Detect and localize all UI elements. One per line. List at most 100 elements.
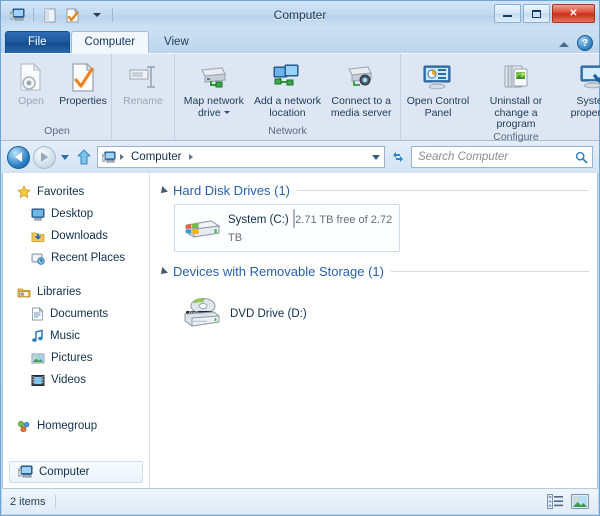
sidebar-item-downloads[interactable]: Downloads <box>3 225 149 247</box>
sidebar-item-desktop-label: Desktop <box>51 208 94 220</box>
window-buttons: ✕ <box>494 4 595 23</box>
explorer-body: Favorites Desktop Downloads Recent Place… <box>2 173 598 488</box>
section-rule <box>297 190 589 191</box>
sidebar-item-homegroup[interactable]: Homegroup <box>3 415 149 437</box>
refresh-button[interactable] <box>388 146 408 168</box>
sidebar-item-favorites-label: Favorites <box>37 186 85 198</box>
sidebar-item-downloads-label: Downloads <box>51 230 108 242</box>
ribbon-button-open-control-panel-label: Open Control Panel <box>406 95 470 119</box>
section-header-hard-disk-drives[interactable]: Hard Disk Drives (1) <box>158 183 589 198</box>
recent-locations-button[interactable] <box>59 147 71 167</box>
breadcrumb-dropdown-icon[interactable] <box>372 154 380 160</box>
ribbon-button-rename-label: Rename <box>123 95 163 107</box>
item-count: 2 items <box>10 495 46 508</box>
drive-tile-system-c[interactable]: System (C:) 2.71 TB free of 2.72 TB <box>174 204 400 252</box>
ribbon-button-add-a-network-location-label: Add a network location <box>253 95 322 119</box>
media-server-icon <box>345 61 377 93</box>
sidebar-item-recent-places[interactable]: Recent Places <box>3 247 149 269</box>
breadcrumb-separator-2[interactable] <box>188 154 193 160</box>
ribbon-button-system-properties-label: System properties <box>570 95 600 119</box>
explorer-window: Computer ✕ File Computer View ? Open Pro… <box>0 0 600 516</box>
collapse-triangle-icon[interactable] <box>158 185 168 196</box>
drive-tile-info-2: DVD Drive (D:) <box>230 304 393 322</box>
sidebar-item-desktop[interactable]: Desktop <box>3 203 149 225</box>
chevron-up-icon[interactable] <box>559 38 570 49</box>
open-icon <box>17 61 45 93</box>
sidebar-item-computer-label: Computer <box>39 466 90 478</box>
sidebar-item-videos[interactable]: Videos <box>3 369 149 391</box>
pictures-icon <box>31 352 45 365</box>
sidebar-gap-2 <box>3 391 149 403</box>
section-header-devices-with-removable-storage[interactable]: Devices with Removable Storage (1) <box>158 264 589 279</box>
sidebar-item-pictures[interactable]: Pictures <box>3 347 149 369</box>
sidebar-item-homegroup-label: Homegroup <box>37 420 98 432</box>
sidebar-item-favorites[interactable]: Favorites <box>3 181 149 203</box>
ribbon-button-rename[interactable]: Rename <box>114 58 172 122</box>
title-bar: Computer ✕ <box>1 1 599 29</box>
ribbon-button-connect-to-a-media-server-label: Connect to a media server <box>330 95 392 119</box>
ribbon-group-open-label: Open <box>44 125 70 137</box>
computer-icon <box>18 465 33 479</box>
breadcrumb-separator-1[interactable] <box>120 154 124 160</box>
music-icon <box>31 329 44 343</box>
sidebar-item-documents[interactable]: Documents <box>3 303 149 325</box>
system-properties-icon <box>578 61 600 93</box>
drive-tile-info: System (C:) 2.71 TB free of 2.72 TB <box>228 209 393 246</box>
sidebar-item-music-label: Music <box>50 330 81 342</box>
sidebar-item-videos-label: Videos <box>51 374 86 386</box>
status-separator <box>55 495 57 508</box>
forward-button[interactable] <box>33 145 56 169</box>
ribbon-tab-bar: File Computer View ? <box>1 29 599 53</box>
ribbon-button-connect-to-a-media-server[interactable]: Connect to a media server <box>324 58 398 122</box>
search-placeholder: Search Computer <box>418 151 509 163</box>
ribbon-button-uninstall-or-change-a-program[interactable]: Uninstall or change a program <box>473 58 559 131</box>
libraries-icon <box>17 286 31 299</box>
ribbon-group-open: Open Properties Open <box>3 54 111 140</box>
tab-file[interactable]: File <box>5 31 70 53</box>
details-view-button[interactable] <box>545 493 565 511</box>
drive-tile-dvd-drive-d[interactable]: DVD DVD Drive (D:) <box>174 289 400 337</box>
ribbon-button-properties-label: Properties <box>59 95 107 107</box>
back-button[interactable] <box>7 145 30 169</box>
sidebar-item-recent-places-label: Recent Places <box>51 252 126 264</box>
control-panel-icon <box>422 61 454 93</box>
ribbon-button-properties[interactable]: Properties <box>57 58 109 122</box>
large-icons-view-button[interactable] <box>570 493 590 511</box>
collapse-triangle-icon-2[interactable] <box>158 266 168 277</box>
chevron-down-icon[interactable] <box>223 111 230 115</box>
sidebar-gap-2b <box>3 403 149 415</box>
address-bar: Computer Search Computer <box>1 141 599 173</box>
view-buttons <box>545 493 590 511</box>
minimize-button[interactable] <box>494 4 521 23</box>
close-button[interactable]: ✕ <box>552 4 595 23</box>
sidebar-gap-3b <box>3 449 149 461</box>
properties-icon <box>70 61 97 93</box>
ribbon-group-rename-label <box>112 125 174 140</box>
sidebar-item-computer[interactable]: Computer <box>9 461 143 483</box>
breadcrumb-item-computer[interactable]: Computer <box>128 151 185 163</box>
section-title-devices-with-removable-storage: Devices with Removable Storage (1) <box>173 264 384 279</box>
search-input[interactable]: Search Computer <box>411 146 593 168</box>
sidebar-item-music[interactable]: Music <box>3 325 149 347</box>
maximize-button[interactable] <box>523 4 550 23</box>
ribbon-group-configure: Open Control Panel Uninstall or change a… <box>400 54 600 143</box>
ribbon-group-configure-label: Configure <box>493 130 539 143</box>
ribbon-button-open[interactable]: Open <box>5 58 57 122</box>
drive-name-system-c: System (C:) <box>228 214 289 226</box>
ribbon-button-uninstall-or-change-a-program-label: Uninstall or change a program <box>489 95 543 130</box>
ribbon-button-open-control-panel[interactable]: Open Control Panel <box>403 58 473 122</box>
ribbon-button-system-properties[interactable]: System properties <box>559 58 600 122</box>
up-button[interactable] <box>74 146 94 168</box>
drive-name-dvd-drive-d: DVD Drive (D:) <box>230 308 307 320</box>
homegroup-icon <box>17 420 31 433</box>
map-network-drive-icon <box>198 61 230 93</box>
search-icon[interactable] <box>575 151 588 164</box>
ribbon-button-map-network-drive[interactable]: Map network drive <box>177 58 251 122</box>
tab-computer[interactable]: Computer <box>70 31 150 53</box>
breadcrumb[interactable]: Computer <box>97 146 385 168</box>
help-icon[interactable]: ? <box>577 35 593 51</box>
sidebar-item-libraries[interactable]: Libraries <box>3 281 149 303</box>
ribbon-button-add-a-network-location[interactable]: Add a network location <box>251 58 325 122</box>
sidebar-gap-1 <box>3 269 149 281</box>
tab-view[interactable]: View <box>150 31 203 53</box>
